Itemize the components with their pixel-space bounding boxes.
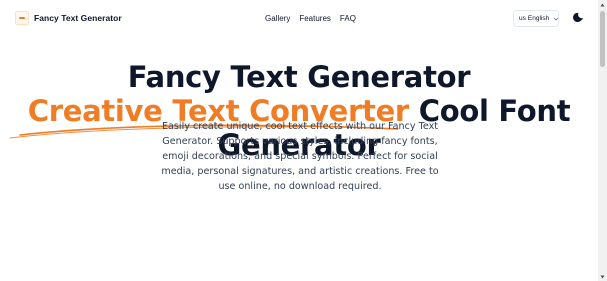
language-flag: us: [519, 15, 526, 22]
moon-icon: [572, 10, 584, 28]
scroll-up-arrow-icon[interactable]: [598, 0, 607, 9]
hero-description: Easily create unique, cool text effects …: [161, 121, 439, 192]
nav-faq[interactable]: FAQ: [340, 14, 356, 23]
chevron-down-icon: [553, 16, 559, 22]
brand-name: Fancy Text Generator: [34, 13, 122, 23]
site-header: Fancy Text Generator Gallery Features FA…: [0, 0, 598, 38]
nav-gallery[interactable]: Gallery: [265, 14, 290, 23]
brand-logo-icon: [15, 11, 29, 25]
page: Fancy Text Generator Gallery Features FA…: [0, 0, 607, 281]
page-scrollbar[interactable]: [598, 0, 607, 281]
nav-features[interactable]: Features: [299, 14, 331, 23]
language-label: English: [527, 15, 550, 22]
theme-toggle-button[interactable]: [571, 12, 585, 26]
scrollbar-thumb[interactable]: [600, 11, 605, 67]
hero-title-line-1: Fancy Text Generator: [127, 60, 471, 94]
scroll-down-arrow-icon[interactable]: [598, 272, 607, 281]
language-select[interactable]: us English: [513, 10, 559, 27]
brand-link[interactable]: Fancy Text Generator: [15, 11, 122, 25]
